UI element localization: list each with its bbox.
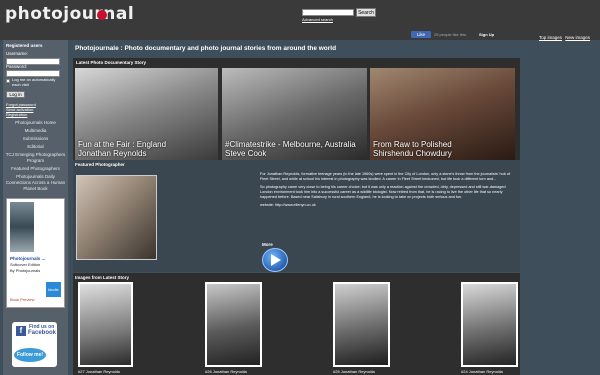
sidebar-item-editorial[interactable]: Editorial [3,144,68,150]
logo-dot-icon [97,10,107,20]
top-links: Top images New images [537,35,590,40]
story-thumbnail[interactable] [333,282,390,367]
story-images-panel [73,273,520,375]
facebook-like-button[interactable]: Like [411,31,431,38]
thumbnail-caption: #26 Jonathan Reynolds [205,369,248,374]
site-logo[interactable]: photojournal [5,4,134,24]
story-caption-1: Fun at the Fair : England Jonathan Reyno… [78,140,167,158]
registration-link[interactable]: Registration [6,112,64,117]
follow-me-button[interactable]: Follow me! [14,348,46,362]
featured-photographer-photo[interactable] [76,175,157,260]
account-links: Forgot password Send activation Registra… [6,102,64,117]
sidebar-item-multimedia[interactable]: Multimedia [3,128,68,134]
advanced-search-link[interactable]: Advanced search [302,17,333,22]
book-author: By Photojournals [10,268,41,273]
story-thumbnail[interactable] [205,282,262,367]
book-cover-image[interactable] [10,202,34,252]
story-caption-3: From Raw to Polished Shirshendu Chowdury [373,140,452,158]
remember-checkbox[interactable] [6,79,10,83]
password-field[interactable] [6,70,60,77]
sidebar-title: Registered users [6,43,43,48]
story-caption-2: #Climatestrike - Melbourne, Australia St… [225,140,356,158]
book-title[interactable]: Photojournals ... [10,256,45,261]
featured-bio: For Jonathan Reynolds, formative teenage… [260,172,515,211]
bio-paragraph: For Jonathan Reynolds, formative teenage… [260,172,511,181]
new-images-link[interactable]: New images [565,35,590,40]
story-images-label: Images from Latest Story [75,275,130,280]
page-title: Photojournale : Photo documentary and ph… [75,45,337,52]
thumbnail-caption: #27 Jonathan Reynolds [78,369,121,374]
sidebar-nav: Photojournals Home Multimedia Submission… [3,120,68,194]
top-images-link[interactable]: Top images [539,35,562,40]
book-preview-link[interactable]: Book Preview [10,297,34,302]
featured-label: Featured Photographer [75,162,125,167]
story-thumbnail[interactable] [78,282,133,367]
remember-label: Log me on automatically each visit [12,77,56,87]
login-button[interactable]: Log in [6,91,25,98]
book-edition: Softcover Edition [10,262,41,267]
bio-paragraph: So photography came very close to being … [260,185,506,199]
latest-story-photo-1[interactable]: Fun at the Fair : England Jonathan Reyno… [75,68,218,160]
thumbnail-caption: #24 Jonathan Reynolds [461,369,504,374]
password-label: Password: [6,64,28,69]
facebook-signup-link[interactable]: Sign Up [479,32,494,37]
sidebar-item-book[interactable]: Photojournals Daily Connections Across a… [3,174,68,192]
search-button[interactable]: Search [356,8,376,17]
latest-story-photo-3[interactable]: From Raw to Polished Shirshendu Chowdury [370,68,515,160]
latest-story-label: Latest Photo Documentary Story [76,60,147,65]
facebook-icon: f [16,326,26,336]
sidebar-item-featured[interactable]: Featured Photographers [3,166,68,172]
sidebar-item-submissions[interactable]: Submissions [3,136,68,142]
facebook-name: Facebook [28,330,57,336]
thumbnail-caption: #25 Jonathan Reynolds [333,369,376,374]
sidebar-item-emerging[interactable]: TCJ Emerging Photographers Program [3,152,68,164]
latest-story-photo-2[interactable]: #Climatestrike - Melbourne, Australia St… [222,68,367,160]
facebook-like-count: 25 people like this. [434,32,468,37]
play-icon [271,254,281,266]
bio-website-link[interactable]: website: http://www.ellenyn.co.uk [260,203,515,208]
kindle-icon: kindle [46,282,61,297]
search-input[interactable] [302,9,354,16]
username-label: Username: [6,51,29,56]
sidebar-item-home[interactable]: Photojournals Home [3,120,68,126]
more-label: More [262,242,273,247]
story-thumbnail[interactable] [461,282,518,367]
